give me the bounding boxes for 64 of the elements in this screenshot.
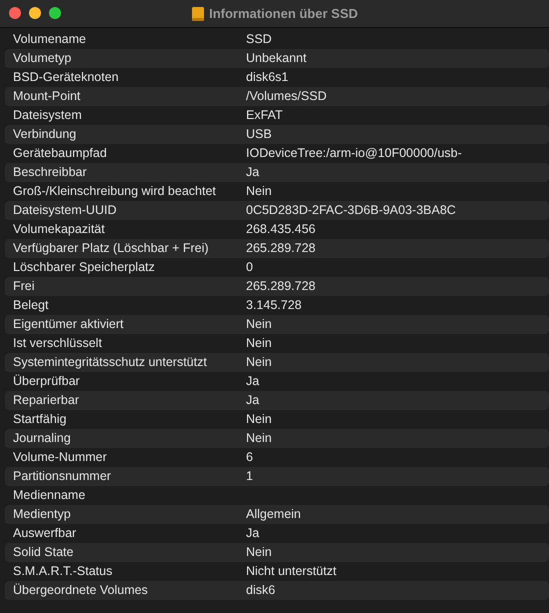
property-label: Reparierbar xyxy=(12,392,80,409)
property-value: Nein xyxy=(246,354,272,371)
property-value: Allgemein xyxy=(246,506,301,523)
property-value: Nicht unterstützt xyxy=(246,563,336,580)
property-value: 265.289.728 xyxy=(246,278,316,295)
window-title: Informationen über SSD xyxy=(209,4,358,23)
property-value: 268.435.456 xyxy=(246,221,316,238)
property-label: Volumename xyxy=(12,31,87,48)
property-label: Dateisystem xyxy=(12,107,83,124)
property-label: Verfügbarer Platz (Löschbar + Frei) xyxy=(12,240,210,257)
property-label: Partitionsnummer xyxy=(12,468,112,485)
property-label: Medienname xyxy=(12,487,86,504)
property-label: Überprüfbar xyxy=(12,373,81,390)
property-label: Journaling xyxy=(12,430,72,447)
property-value: ExFAT xyxy=(246,107,283,124)
property-value: 6 xyxy=(246,449,253,466)
drive-icon xyxy=(191,6,206,22)
property-label: Groß-/Kleinschreibung wird beachtet xyxy=(12,183,217,200)
property-label: Übergeordnete Volumes xyxy=(12,582,149,599)
property-label: Eigentümer aktiviert xyxy=(12,316,124,333)
zoom-button[interactable] xyxy=(49,7,61,19)
property-value: Nein xyxy=(246,183,272,200)
property-label: Verbindung xyxy=(12,126,78,143)
property-value: Nein xyxy=(246,544,272,561)
property-value: Nein xyxy=(246,316,272,333)
property-value: SSD xyxy=(246,31,272,48)
property-value: 265.289.728 xyxy=(246,240,316,257)
property-label: Volume-Nummer xyxy=(12,449,108,466)
property-value: Ja xyxy=(246,392,260,409)
property-value: Ja xyxy=(246,373,260,390)
property-label: Ist verschlüsselt xyxy=(12,335,103,352)
property-value: IODeviceTree:/arm-io@10F00000/usb- xyxy=(246,145,462,162)
property-label: BSD-Geräteknoten xyxy=(12,69,120,86)
property-label: Beschreibbar xyxy=(12,164,88,181)
property-label: Löschbarer Speicherplatz xyxy=(12,259,156,276)
property-value: 0 xyxy=(246,259,253,276)
property-value: Nein xyxy=(246,335,272,352)
property-value: 3.145.728 xyxy=(246,297,302,314)
property-value: /Volumes/SSD xyxy=(246,88,327,105)
property-label: Medientyp xyxy=(12,506,72,523)
minimize-button[interactable] xyxy=(29,7,41,19)
property-label: Gerätebaumpfad xyxy=(12,145,108,162)
property-value: Ja xyxy=(246,164,260,181)
property-value: 1 xyxy=(246,468,253,485)
property-value: USB xyxy=(246,126,272,143)
property-value: disk6 xyxy=(246,582,276,599)
property-label: Belegt xyxy=(12,297,50,314)
property-value: Nein xyxy=(246,411,272,428)
property-label: S.M.A.R.T.-Status xyxy=(12,563,114,580)
property-label: Frei xyxy=(12,278,36,295)
property-label: Volumetyp xyxy=(12,50,72,67)
property-value: disk6s1 xyxy=(246,69,288,86)
property-label: Dateisystem-UUID xyxy=(12,202,118,219)
property-label: Mount-Point xyxy=(12,88,82,105)
property-label: Startfähig xyxy=(12,411,68,428)
property-label: Auswerfbar xyxy=(12,525,78,542)
property-value: Ja xyxy=(246,525,260,542)
property-label: Systemintegritätsschutz unterstützt xyxy=(12,354,208,371)
property-label: Volumekapazität xyxy=(12,221,106,238)
close-button[interactable] xyxy=(9,7,21,19)
property-value: Nein xyxy=(246,430,272,447)
property-value: 0C5D283D-2FAC-3D6B-9A03-3BA8C xyxy=(246,202,456,219)
property-label: Solid State xyxy=(12,544,74,561)
property-value: Unbekannt xyxy=(246,50,306,67)
